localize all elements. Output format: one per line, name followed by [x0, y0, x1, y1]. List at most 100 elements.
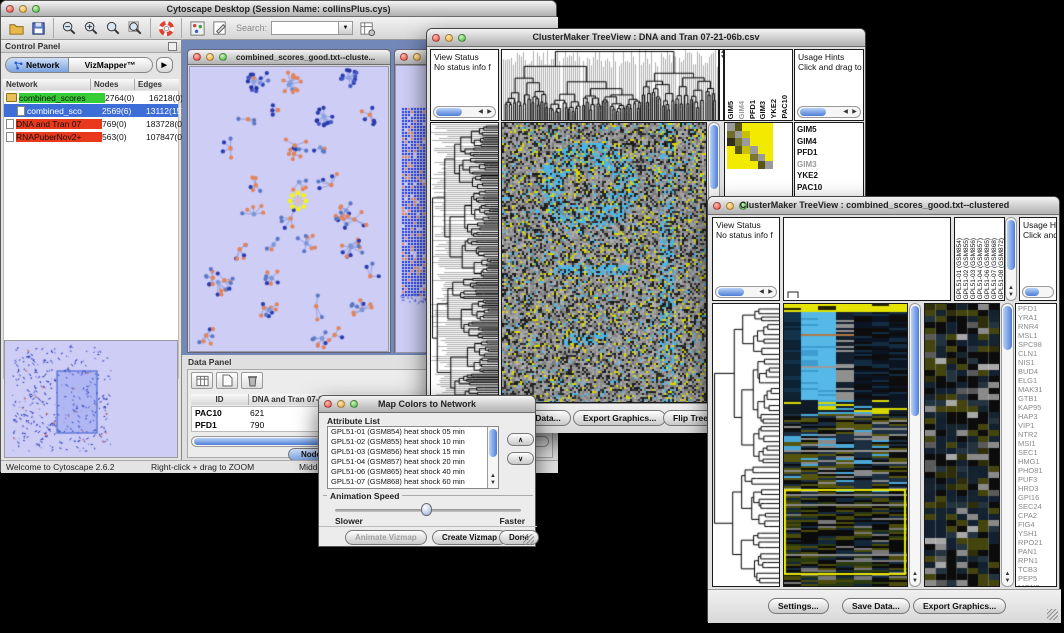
animation-slider-thumb[interactable] — [421, 503, 432, 516]
col-header-network[interactable]: Network — [3, 79, 91, 90]
zoom-heatmap-cell[interactable] — [765, 131, 773, 139]
zoom-heatmap-cell[interactable] — [750, 123, 758, 131]
zoom-heatmap-cell[interactable] — [758, 131, 766, 139]
scroll-arrows[interactable]: ▲▼ — [910, 571, 920, 585]
network-window-1-titlebar[interactable]: combined_scores_good.txt--cluste... — [188, 50, 390, 65]
network-table-row[interactable]: RNAPuberNov2+ 563(0) 107847(0) — [4, 130, 178, 143]
zoom-button[interactable] — [458, 34, 466, 42]
scrollbar-thumb[interactable] — [489, 429, 497, 457]
scrollbar-thumb[interactable] — [436, 108, 462, 116]
zoom-heatmap-cell[interactable] — [742, 138, 750, 146]
scroll-right-icon[interactable]: ▶ — [850, 107, 859, 117]
tv1-row-dendrogram[interactable] — [430, 122, 499, 403]
treeview1-titlebar[interactable]: ClusterMaker TreeView : DNA and Tran 07-… — [427, 29, 865, 47]
gene-label[interactable]: CPA2 — [1016, 511, 1056, 520]
scrollbar-thumb[interactable] — [1007, 220, 1015, 270]
gene-label[interactable]: KAP95 — [1016, 403, 1056, 412]
scroll-right-icon[interactable]: ▶ — [485, 107, 494, 117]
search-dropdown-button[interactable]: ▼ — [339, 21, 353, 35]
zoom-fit-icon[interactable] — [125, 18, 145, 38]
zoom-row-label[interactable]: GIM5 — [795, 124, 863, 136]
tv2-row-dendrogram[interactable] — [712, 303, 780, 587]
array-column-label[interactable]: GPL51-02 (GSM855) — [963, 238, 970, 299]
gene-label[interactable]: RPN1 — [1016, 556, 1056, 565]
gene-label[interactable]: HAP3 — [1016, 412, 1056, 421]
usage-hints-hscrollbar[interactable] — [1022, 286, 1054, 298]
zoom-heatmap-cell[interactable] — [750, 146, 758, 154]
gene-label[interactable]: SPC98 — [1016, 340, 1056, 349]
gene-label[interactable]: MSL1 — [1016, 331, 1056, 340]
scrollbar-thumb[interactable] — [718, 288, 744, 296]
zoom-heatmap-cell[interactable] — [758, 154, 766, 162]
tv1-zoom-heatmap[interactable] — [727, 123, 773, 169]
array-column-label[interactable]: GPL51-03 (GSM856) — [970, 238, 977, 299]
network-view-1[interactable] — [189, 66, 389, 352]
zoom-heatmap-cell[interactable] — [727, 123, 735, 131]
search-input[interactable] — [271, 21, 339, 35]
zoom-out-icon[interactable] — [59, 18, 79, 38]
close-button[interactable] — [193, 53, 201, 61]
gene-label[interactable]: MSI1 — [1016, 439, 1056, 448]
zoom-column-label[interactable]: PAC10 — [780, 95, 791, 119]
gene-label[interactable]: NTR2 — [1016, 430, 1056, 439]
zoom-heatmap-cell[interactable] — [735, 131, 743, 139]
zoom-selected-icon[interactable] — [103, 18, 123, 38]
zoom-heatmap-cell[interactable] — [742, 161, 750, 169]
attribute-item[interactable]: GPL51-03 (GSM856) heat shock 15 min — [328, 447, 498, 457]
tab-vizmapper[interactable]: VizMapper™ — [69, 57, 153, 73]
tv2-genelist-vscrollbar[interactable]: ▲▼ — [1001, 303, 1014, 587]
view-status-hscrollbar[interactable]: ◀▶ — [433, 106, 496, 118]
float-panel-icon[interactable] — [168, 42, 177, 51]
zoom-heatmap-cell[interactable] — [742, 146, 750, 154]
scrollbar-thumb[interactable] — [1025, 288, 1039, 296]
zoom-row-label[interactable]: GIM4 — [795, 136, 863, 148]
scroll-arrows[interactable]: ▲▼ — [1006, 285, 1016, 299]
gene-label[interactable]: SEC1 — [1016, 448, 1056, 457]
gene-label[interactable]: GPI16 — [1016, 493, 1056, 502]
attribute-item[interactable]: GPL51-01 (GSM854) heat shock 05 min — [328, 427, 498, 437]
treeview-action-button[interactable]: Export Graphics... — [573, 410, 666, 426]
zoom-heatmap-cell[interactable] — [735, 146, 743, 154]
treeview2-titlebar[interactable]: ClusterMaker TreeView : combined_scores_… — [708, 197, 1059, 215]
gene-label[interactable]: BUD4 — [1016, 367, 1056, 376]
minimize-button[interactable] — [19, 5, 27, 13]
gene-label[interactable]: RPO21 — [1016, 538, 1056, 547]
gene-label[interactable]: YRA1 — [1016, 313, 1056, 322]
minimize-button[interactable] — [413, 53, 421, 61]
zoom-heatmap-cell[interactable] — [758, 161, 766, 169]
zoom-row-label[interactable]: PFD1 — [795, 147, 863, 159]
network-table-row[interactable]: DNA and Tran 07 769(0) 183728(0) — [4, 117, 178, 130]
minimize-button[interactable] — [337, 400, 345, 408]
dialog-titlebar[interactable]: Map Colors to Network — [319, 396, 535, 413]
zoom-column-label[interactable]: YKE2 — [769, 99, 780, 119]
zoom-heatmap-cell[interactable] — [758, 146, 766, 154]
scroll-arrows[interactable]: ▲▼ — [488, 473, 498, 487]
tab-overflow-button[interactable]: ▶ — [156, 57, 173, 73]
array-column-label[interactable]: GPL51-04 (GSM857) — [977, 238, 984, 299]
move-down-button[interactable]: ∨ — [507, 452, 534, 465]
attribute-item[interactable]: GPL51-07 (GSM868) heat shock 60 min — [328, 477, 498, 487]
zoom-heatmap-cell[interactable] — [765, 161, 773, 169]
zoom-column-label[interactable]: GIM3 — [758, 101, 769, 119]
zoom-row-label[interactable]: PAC10 — [795, 182, 863, 194]
gene-label[interactable]: SEC24 — [1016, 502, 1056, 511]
tab-network[interactable]: Network — [5, 57, 69, 73]
scroll-left-icon[interactable]: ◀ — [476, 107, 485, 117]
scroll-right-icon[interactable]: ▶ — [766, 287, 775, 297]
tv1-column-dendrogram[interactable] — [501, 49, 719, 121]
zoom-heatmap-cell[interactable] — [758, 123, 766, 131]
attribute-list-vscrollbar[interactable]: ▲▼ — [487, 427, 498, 488]
select-attributes-icon[interactable] — [191, 372, 213, 389]
close-button[interactable] — [432, 34, 440, 42]
zoom-heatmap-cell[interactable] — [765, 146, 773, 154]
zoom-button[interactable] — [350, 400, 358, 408]
zoom-heatmap-cell[interactable] — [735, 154, 743, 162]
new-attribute-icon[interactable] — [216, 372, 238, 389]
scrollbar-thumb[interactable] — [911, 306, 919, 416]
scrollbar-thumb[interactable] — [710, 125, 718, 189]
treeview-action-button[interactable]: Export Graphics... — [913, 598, 1006, 614]
tv2-collabel-vscrollbar[interactable]: ▲▼ — [1005, 217, 1017, 301]
gene-label[interactable]: HMG1 — [1016, 457, 1056, 466]
scroll-left-icon[interactable]: ◀ — [841, 107, 850, 117]
gene-label[interactable]: PEP5 — [1016, 574, 1056, 583]
